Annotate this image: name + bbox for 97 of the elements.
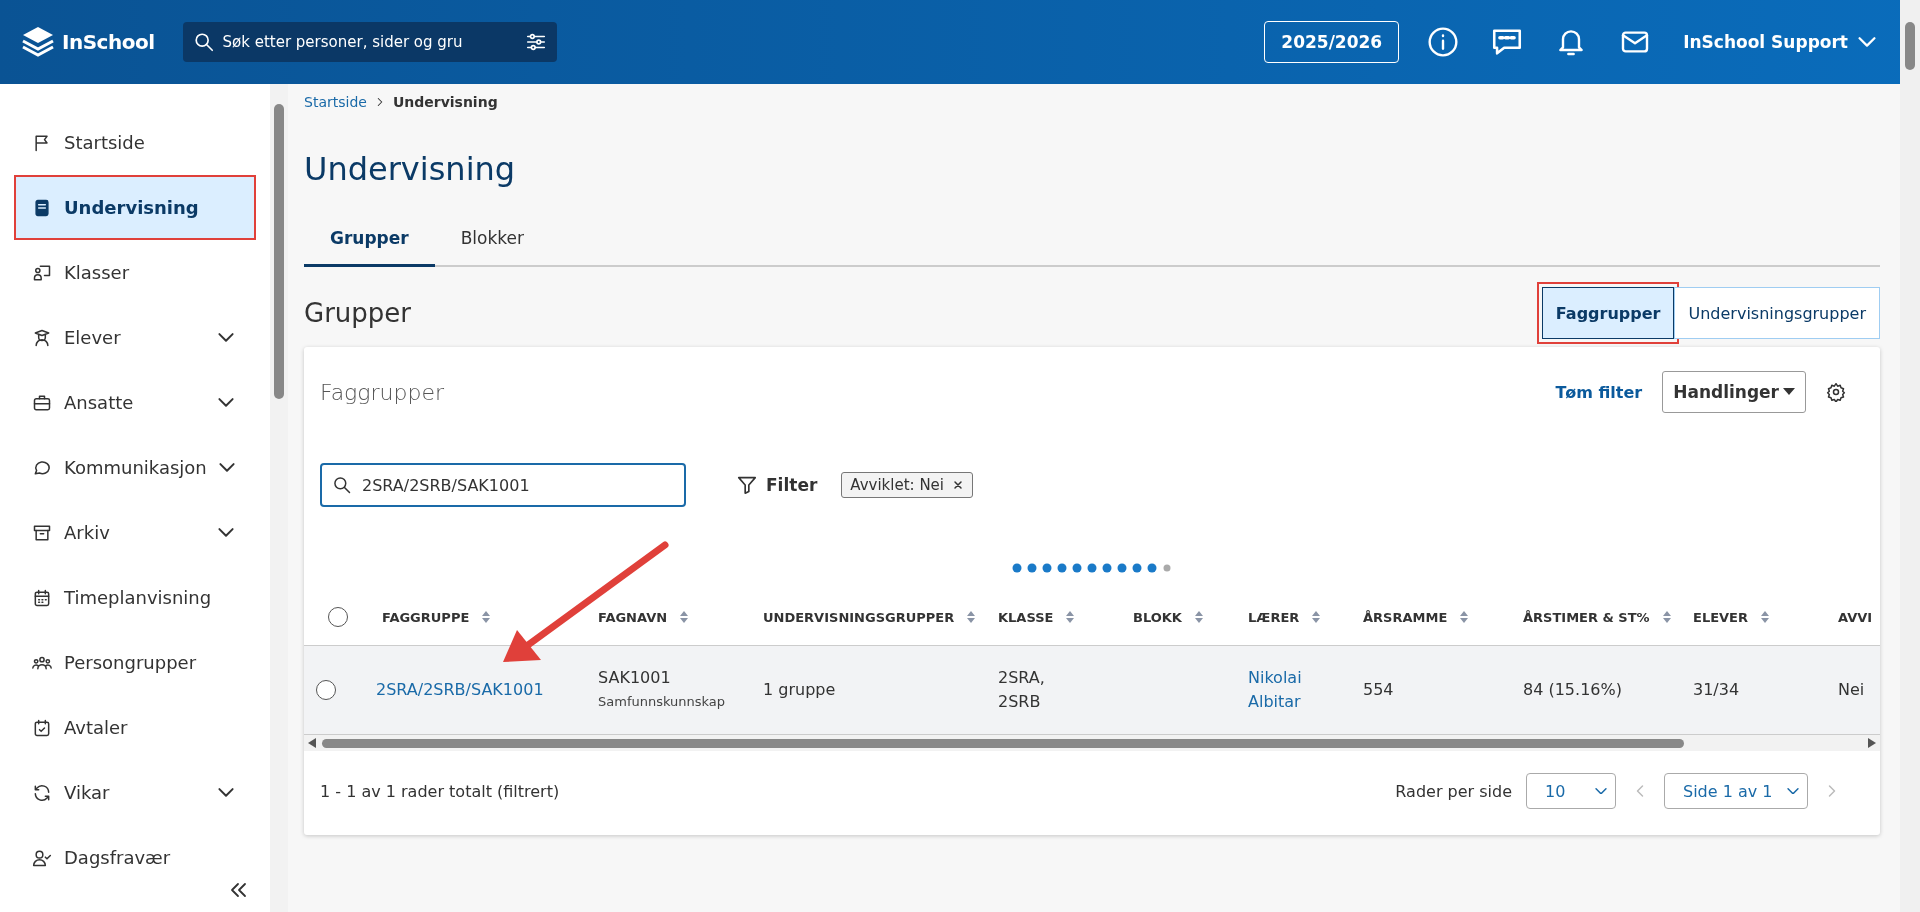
table-cell-text: 554 <box>1363 679 1395 701</box>
info-icon <box>1427 26 1460 58</box>
sidebar-item[interactable]: Ansatte <box>14 370 256 435</box>
column-header[interactable]: KLASSE <box>998 609 1054 625</box>
column-header[interactable]: BLOKK <box>1133 609 1182 625</box>
page-title: Undervisning <box>304 150 517 188</box>
column-header[interactable]: ELEVER <box>1693 609 1748 625</box>
search-field[interactable]: Søk etter personer, sider og gru <box>182 22 557 62</box>
chevron-down-icon <box>218 788 234 797</box>
remove-chip-button[interactable] <box>952 479 965 491</box>
table-row[interactable]: 2SRA/2SRB/SAK1001 SAK1001 Samfunnskunnskap 1 gruppe 2SRA, 2SRB Nikolai Albitar 554 84 (15.16%) 31/34 Nei <box>304 645 1880 735</box>
caret-icon <box>1783 388 1795 396</box>
school-year-button[interactable]: 2025/2026 <box>1264 21 1400 63</box>
scroll-right-arrow-icon[interactable] <box>1868 738 1876 748</box>
column-header[interactable]: LÆRER <box>1248 609 1300 625</box>
column-header[interactable]: FAGGRUPPE <box>382 609 470 625</box>
table-link[interactable]: Albitar <box>1248 690 1351 714</box>
search-field[interactable]: 2SRA/2SRB/SAK1001 <box>320 463 686 507</box>
calendar-icon <box>32 587 52 608</box>
rows-per-page-select[interactable]: 10 <box>1526 773 1616 809</box>
sort-icon[interactable] <box>1193 610 1204 624</box>
sort-icon[interactable] <box>1661 610 1672 624</box>
page-scrollbar[interactable] <box>1900 0 1920 912</box>
loading-dots-icon <box>1012 563 1172 573</box>
table-cell-text: 31/34 <box>1693 679 1741 701</box>
scroll-left-arrow-icon[interactable] <box>308 738 316 748</box>
filter-chip[interactable]: Avviklet: Nei <box>841 472 974 498</box>
sort-icon[interactable] <box>1459 610 1470 624</box>
sort-icon[interactable] <box>966 610 977 624</box>
sidebar-item[interactable]: Timeplanvisning <box>14 565 256 630</box>
logo-text[interactable]: InSchool <box>62 30 155 54</box>
sidebar-item[interactable]: Persongrupper <box>14 630 256 695</box>
column-header[interactable]: FAGNAVN <box>598 609 668 625</box>
chevron-down-icon <box>218 463 235 472</box>
table-cell-text: 2SRB <box>998 691 1042 713</box>
breadcrumb-link[interactable]: Startside <box>304 94 367 110</box>
close-icon <box>952 479 965 491</box>
calendar-check-icon <box>32 717 52 738</box>
chevron-down-icon <box>1858 37 1876 47</box>
actions-dropdown[interactable]: Handlinger <box>1662 371 1806 413</box>
sort-icon[interactable] <box>1311 610 1322 624</box>
chevron-down-icon <box>218 333 234 342</box>
sidebar-item[interactable]: Kommunikasjon <box>14 435 256 500</box>
table-link[interactable]: 2SRA/2SRB/SAK1001 <box>376 678 586 702</box>
tab[interactable]: Blokker <box>434 218 551 267</box>
sidebar-item[interactable]: Dagsfravær <box>14 825 256 872</box>
row-checkbox[interactable] <box>316 680 336 700</box>
horizontal-scrollbar[interactable] <box>304 735 1880 751</box>
card-title: Faggrupper <box>320 379 446 405</box>
sliders-icon <box>524 31 547 53</box>
page-select[interactable]: Side 1 av 1 <box>1664 773 1808 809</box>
chevron-down-icon <box>218 398 234 407</box>
rows-per-page-label: Rader per side <box>1395 781 1512 801</box>
sidebar-item[interactable]: Vikar <box>14 760 256 825</box>
row-count-text: 1 - 1 av 1 rader totalt (filtrert) <box>320 781 561 801</box>
table-cell-text: 84 (15.16%) <box>1523 679 1623 701</box>
search-icon <box>332 475 352 495</box>
refresh-icon <box>32 782 52 803</box>
table-cell-text: 2SRA, <box>998 667 1046 689</box>
chevron-down-icon <box>218 528 234 537</box>
tab[interactable]: Grupper <box>304 218 435 267</box>
sidebar-item[interactable]: Klasser <box>14 240 256 305</box>
breadcrumb-current: Undervisning <box>392 94 498 110</box>
chevron-down-icon <box>1787 787 1799 795</box>
stacked-layers-logo-icon <box>20 25 56 59</box>
column-header[interactable]: UNDERVISNINGSGRUPPER <box>763 609 955 625</box>
chevron-down-icon <box>1595 787 1607 795</box>
book-icon <box>32 197 52 218</box>
graduate-icon <box>32 327 52 348</box>
filter-chip-label: Avviklet: Nei <box>850 476 945 494</box>
settings-icon <box>1826 382 1846 402</box>
search-icon <box>192 31 215 53</box>
sidebar-scrollbar[interactable] <box>270 84 288 912</box>
table-cell-text: Nei <box>1838 679 1866 701</box>
sidebar-item[interactable]: Startside <box>14 110 256 175</box>
user-menu[interactable]: InSchool Support <box>1677 31 1882 53</box>
clear-filter-link[interactable]: Tøm filter <box>1549 381 1649 403</box>
column-header[interactable]: AVVI <box>1838 609 1873 625</box>
select-all-checkbox[interactable] <box>328 607 348 627</box>
sidebar-item[interactable]: Undervisning <box>14 175 256 240</box>
sidebar-item[interactable]: Elever <box>14 305 256 370</box>
sort-icon[interactable] <box>1065 610 1076 624</box>
subject-name: Samfunnskunnskap <box>598 693 727 711</box>
sidebar-item[interactable]: Arkiv <box>14 500 256 565</box>
subject-code: SAK1001 <box>598 667 672 689</box>
filter-button[interactable]: Filter <box>730 473 824 497</box>
column-header[interactable]: ÅRSRAMME <box>1363 609 1448 625</box>
section-title: Grupper <box>304 298 411 328</box>
table-link[interactable]: Nikolai <box>1248 666 1351 690</box>
funnel-icon <box>736 474 758 496</box>
table-cell-text: 1 gruppe <box>763 679 837 701</box>
sidebar-item[interactable]: Avtaler <box>14 695 256 760</box>
view-toggle-button[interactable]: Undervisningsgrupper <box>1674 287 1880 339</box>
sort-icon[interactable] <box>1760 610 1770 624</box>
sort-icon[interactable] <box>481 610 492 624</box>
column-header[interactable]: ÅRSTIMER & ST% <box>1523 609 1650 625</box>
sort-icon[interactable] <box>679 610 690 624</box>
